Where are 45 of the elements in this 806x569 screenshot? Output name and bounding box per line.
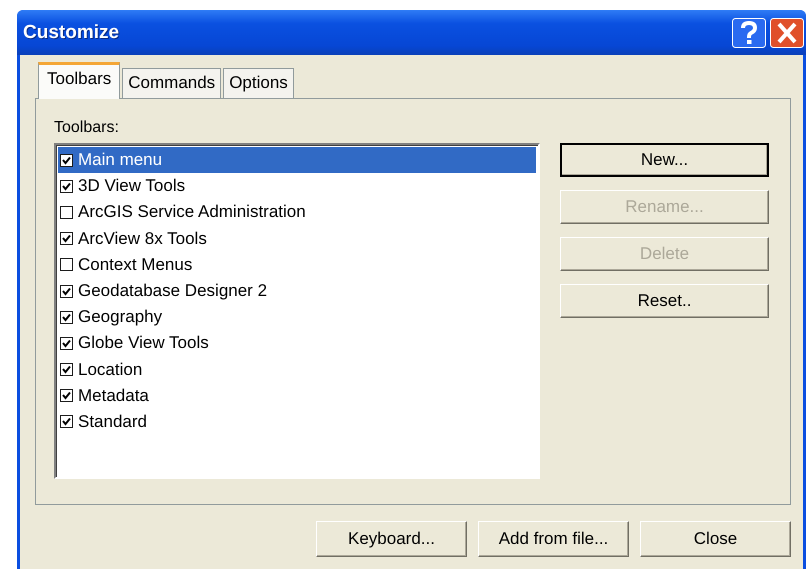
tab[interactable]: Commands [122,68,222,98]
list-item[interactable]: 3D View Tools [58,173,536,200]
tab[interactable]: Options [223,68,294,98]
item-label: ArcGIS Service Administration [78,202,306,222]
item-label: 3D View Tools [78,176,186,196]
checkbox[interactable] [60,336,73,350]
window-title: Customize [23,22,120,44]
dialog-button[interactable]: Close [640,521,791,557]
toolbars-label: Toolbars: [54,119,120,138]
checkbox[interactable] [60,154,73,167]
item-label: Geodatabase Designer 2 [78,281,268,302]
checkbox[interactable] [60,415,73,428]
checkbox[interactable] [60,284,73,298]
checkbox[interactable] [60,232,73,246]
checkbox[interactable] [60,310,73,324]
close-icon[interactable] [770,18,804,48]
list-item[interactable]: Standard [58,408,536,436]
list-item[interactable]: Geodatabase Designer 2 [58,278,536,304]
dialog-button[interactable]: New... [560,143,769,177]
list-item[interactable]: Metadata [58,382,536,409]
item-label: ArcView 8x Tools [78,228,207,249]
checkbox[interactable] [60,206,73,219]
dialog-button[interactable]: Keyboard... [316,521,467,557]
item-label: Main menu [78,150,162,170]
dialog-button[interactable]: Reset.. [560,284,769,318]
dialog-button[interactable]: Add from file... [478,521,629,557]
list-item[interactable]: Geography [58,304,536,330]
list-item[interactable]: Main menu [58,147,536,174]
list-item[interactable]: Context Menus [58,252,536,278]
help-icon[interactable] [732,18,766,48]
item-label: Metadata [78,386,149,406]
list-item[interactable]: ArcView 8x Tools [58,226,536,252]
item-label: Context Menus [78,254,192,275]
tab[interactable]: Toolbars [38,62,120,99]
list-item[interactable]: ArcGIS Service Administration [58,199,536,226]
list-item[interactable]: Location [58,356,536,383]
item-label: Geography [78,307,162,328]
item-label: Standard [78,412,147,432]
list-item[interactable]: Globe View Tools [58,330,536,356]
checkbox[interactable] [60,363,73,376]
checkbox[interactable] [60,258,73,272]
item-label: Location [78,360,142,380]
checkbox[interactable] [60,389,73,402]
item-label: Globe View Tools [78,333,209,354]
checkbox[interactable] [60,180,73,193]
